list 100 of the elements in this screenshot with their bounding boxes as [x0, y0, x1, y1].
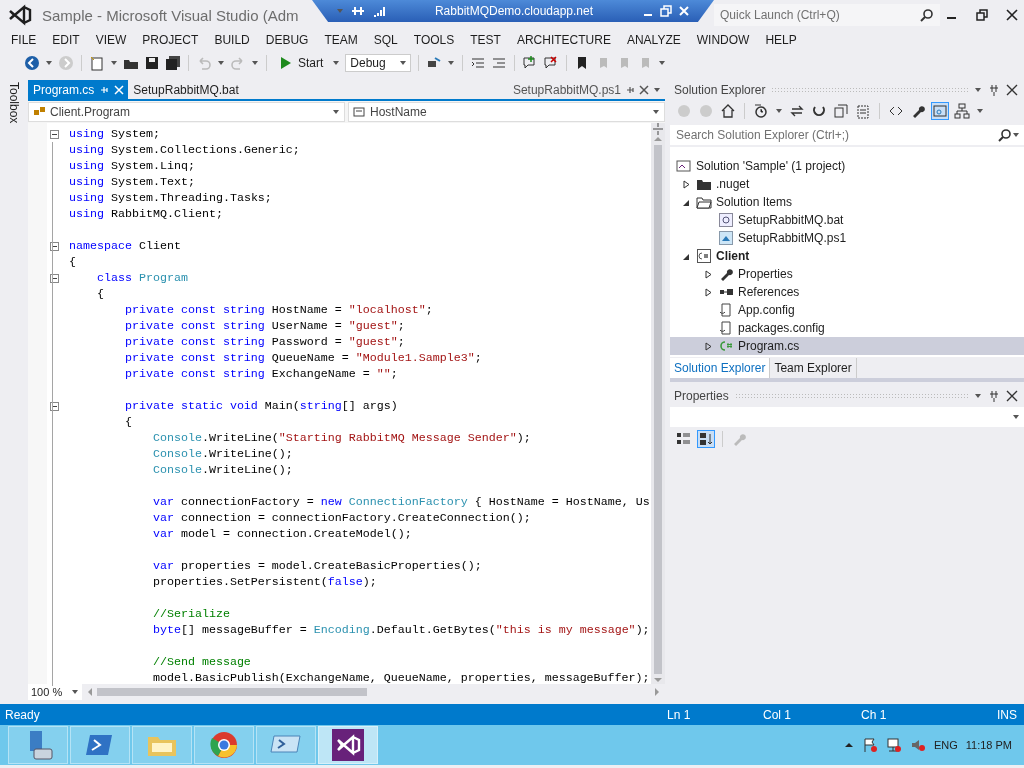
menu-item[interactable]: TOOLS — [405, 33, 463, 47]
editor-tab[interactable]: SetupRabbitMQ.ps1 — [507, 80, 665, 99]
infinity-logo-icon[interactable] — [332, 729, 364, 761]
tree-item[interactable]: Properties — [670, 265, 1024, 283]
taskbar-button[interactable] — [318, 726, 378, 764]
quick-launch-field[interactable]: Quick Launch (Ctrl+Q) — [714, 4, 940, 26]
member-dropdown[interactable]: HostName — [348, 102, 665, 122]
browser-icon[interactable] — [208, 729, 240, 761]
uncomment-icon[interactable] — [543, 55, 560, 71]
caret-icon[interactable] — [775, 107, 783, 115]
tree-item[interactable]: .nuget — [670, 175, 1024, 193]
caret-icon[interactable] — [71, 688, 79, 696]
menu-item[interactable]: TEAM — [316, 33, 366, 47]
editor-tab[interactable]: SetupRabbitMQ.bat — [128, 80, 243, 99]
close-icon[interactable] — [639, 84, 649, 95]
pin-icon[interactable] — [988, 389, 1000, 402]
pin-icon[interactable] — [99, 84, 110, 95]
pin-icon[interactable] — [350, 4, 366, 18]
tree-item[interactable]: packages.config — [670, 319, 1024, 337]
caret-icon[interactable] — [1012, 413, 1020, 421]
categorized-icon[interactable] — [676, 431, 692, 447]
editor-tab[interactable]: Program.cs — [28, 80, 129, 99]
class-diagram-icon[interactable] — [954, 103, 970, 119]
restore-icon[interactable] — [976, 9, 988, 21]
caret-icon[interactable] — [976, 107, 984, 115]
collapsed-icon[interactable] — [681, 179, 691, 189]
save-icon[interactable] — [144, 55, 160, 71]
split-handle-icon[interactable] — [652, 123, 664, 135]
collapse-icon[interactable] — [49, 273, 59, 283]
collapsed-icon[interactable] — [703, 341, 713, 351]
collapse-icon[interactable] — [49, 401, 59, 411]
caret-icon[interactable] — [399, 59, 408, 67]
menu-item[interactable]: ARCHITECTURE — [508, 33, 619, 47]
start-button[interactable]: Start — [274, 54, 328, 72]
caret-icon[interactable] — [1012, 131, 1020, 139]
menu-item[interactable]: FILE — [3, 33, 45, 47]
menu-item[interactable]: EDIT — [44, 33, 88, 47]
search-icon[interactable] — [919, 7, 934, 23]
caret-icon[interactable] — [251, 59, 259, 67]
quick-launch-input[interactable]: Quick Launch (Ctrl+Q) — [718, 7, 919, 23]
menu-item[interactable]: BUILD — [206, 33, 258, 47]
panel-tab[interactable]: Team Explorer — [770, 358, 857, 378]
indent-icon[interactable] — [470, 55, 487, 71]
clock[interactable]: 11:18 PM — [965, 739, 1012, 751]
menu-item[interactable]: HELP — [757, 33, 805, 47]
preview-icon[interactable] — [932, 103, 948, 119]
outdent-icon[interactable] — [491, 55, 508, 71]
caret-icon[interactable] — [974, 85, 982, 94]
caret-icon[interactable] — [974, 391, 982, 400]
tree-item[interactable]: Solution 'Sample' (1 project) — [670, 157, 1024, 175]
tree-item[interactable]: Solution Items — [670, 193, 1024, 211]
sort-alpha-icon[interactable] — [698, 431, 714, 447]
menu-item[interactable]: ANALYZE — [618, 33, 689, 47]
pin-icon[interactable] — [988, 83, 1000, 96]
collapse-icon[interactable] — [49, 241, 59, 251]
panel-tab[interactable]: Solution Explorer — [670, 358, 771, 378]
language-indicator[interactable]: ENG — [933, 739, 958, 751]
search-field[interactable]: Search Solution Explorer (Ctrl+;) — [670, 125, 1024, 145]
tree-item[interactable]: SetupRabbitMQ.bat — [670, 211, 1024, 229]
toolbox-tab[interactable]: Toolbox — [7, 82, 21, 124]
menu-item[interactable]: VIEW — [87, 33, 135, 47]
save-all-icon[interactable] — [165, 55, 181, 71]
history-icon[interactable] — [753, 103, 769, 119]
menu-item[interactable]: TEST — [462, 33, 509, 47]
menu-item[interactable]: DEBUG — [257, 33, 317, 47]
speaker-muted-icon[interactable] — [909, 737, 926, 753]
caret-icon[interactable] — [658, 59, 667, 67]
back-icon[interactable] — [24, 55, 40, 71]
menu-item[interactable]: WINDOW — [688, 33, 758, 47]
tree-item[interactable]: App.config — [670, 301, 1024, 319]
caret-icon[interactable] — [332, 108, 340, 116]
caret-icon[interactable] — [45, 59, 53, 67]
menu-item[interactable]: PROJECT — [134, 33, 207, 47]
tree-item[interactable]: Program.cs — [670, 337, 1024, 355]
vertical-scrollbar[interactable] — [651, 123, 665, 684]
close-icon[interactable] — [1006, 389, 1018, 402]
new-project-icon[interactable] — [89, 55, 105, 71]
collapse-icon[interactable] — [49, 129, 59, 139]
caret-icon[interactable] — [653, 85, 661, 94]
sync-icon[interactable] — [789, 103, 805, 119]
tree-item[interactable]: Client — [670, 247, 1024, 265]
configuration-dropdown[interactable]: Debug — [345, 54, 412, 72]
close-icon[interactable] — [1006, 9, 1018, 21]
flag-icon[interactable] — [861, 737, 878, 753]
caret-icon[interactable] — [652, 108, 660, 116]
show-all-files-icon[interactable] — [855, 103, 871, 119]
tree-item[interactable]: SetupRabbitMQ.ps1 — [670, 229, 1024, 247]
pin-icon[interactable] — [625, 84, 635, 95]
menu-item[interactable]: SQL — [365, 33, 406, 47]
caret-icon[interactable] — [447, 59, 456, 67]
zoom-dropdown[interactable]: 100 % — [28, 684, 82, 700]
collapse-all-icon[interactable] — [833, 103, 849, 119]
show-hidden-icon[interactable] — [843, 740, 854, 750]
caret-icon[interactable] — [217, 59, 225, 67]
close-icon[interactable] — [1006, 83, 1018, 96]
tree-item[interactable]: References — [670, 283, 1024, 301]
type-dropdown[interactable]: Client.Program — [28, 102, 345, 122]
caret-icon[interactable] — [110, 59, 118, 67]
home-icon[interactable] — [720, 103, 736, 119]
caret-icon[interactable] — [332, 59, 341, 67]
